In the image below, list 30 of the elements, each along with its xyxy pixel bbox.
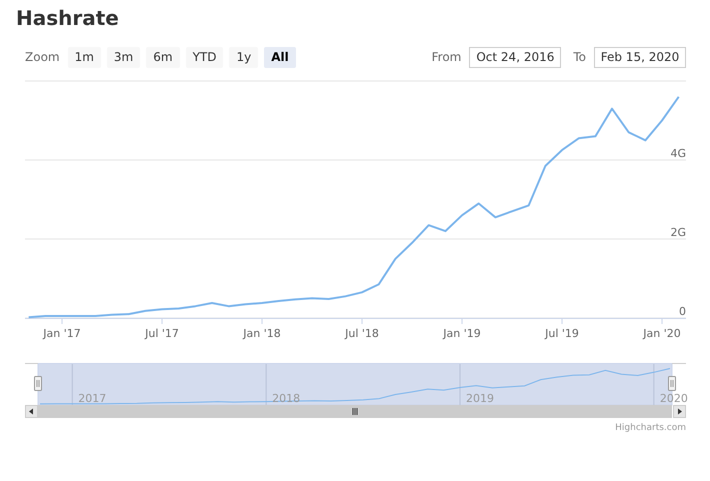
- range-button[interactable]: 1m: [68, 46, 101, 68]
- y-axis-label: 4G: [670, 147, 686, 160]
- x-axis-label: Jul '19: [545, 327, 579, 340]
- chart-title: Hashrate: [15, 5, 120, 30]
- x-axis-label: Jul '17: [145, 327, 179, 340]
- scrollbar-thumb[interactable]: [38, 405, 672, 418]
- navigator-year-label: 2020: [660, 392, 688, 405]
- x-axis-label: Jan '18: [243, 327, 281, 340]
- range-button[interactable]: All: [264, 46, 296, 68]
- scroll-right-button[interactable]: [673, 405, 686, 418]
- zoom-label: Zoom: [25, 50, 60, 64]
- to-date-input[interactable]: Feb 15, 2020: [594, 46, 686, 68]
- x-axis-label: Jan '19: [443, 327, 481, 340]
- y-axis-label: 2G: [670, 226, 686, 239]
- navigator-handle[interactable]: [668, 376, 676, 391]
- x-axis-label: Jan '20: [643, 327, 681, 340]
- x-axis-label: Jan '17: [43, 327, 81, 340]
- from-date-input[interactable]: Oct 24, 2016: [469, 46, 562, 68]
- range-button[interactable]: 3m: [106, 46, 140, 68]
- range-button[interactable]: YTD: [186, 46, 224, 68]
- y-axis-label: 0: [679, 305, 686, 318]
- navigator-handle[interactable]: [34, 376, 42, 391]
- x-axis-label: Jul '18: [345, 327, 379, 340]
- scroll-left-button[interactable]: [25, 405, 38, 418]
- navigator-year-label: 2019: [466, 392, 494, 405]
- navigator-year-label: 2017: [78, 392, 106, 405]
- range-button[interactable]: 1y: [229, 46, 258, 68]
- range-button[interactable]: 6m: [146, 46, 180, 68]
- to-label: To: [573, 50, 586, 64]
- from-label: From: [432, 50, 462, 64]
